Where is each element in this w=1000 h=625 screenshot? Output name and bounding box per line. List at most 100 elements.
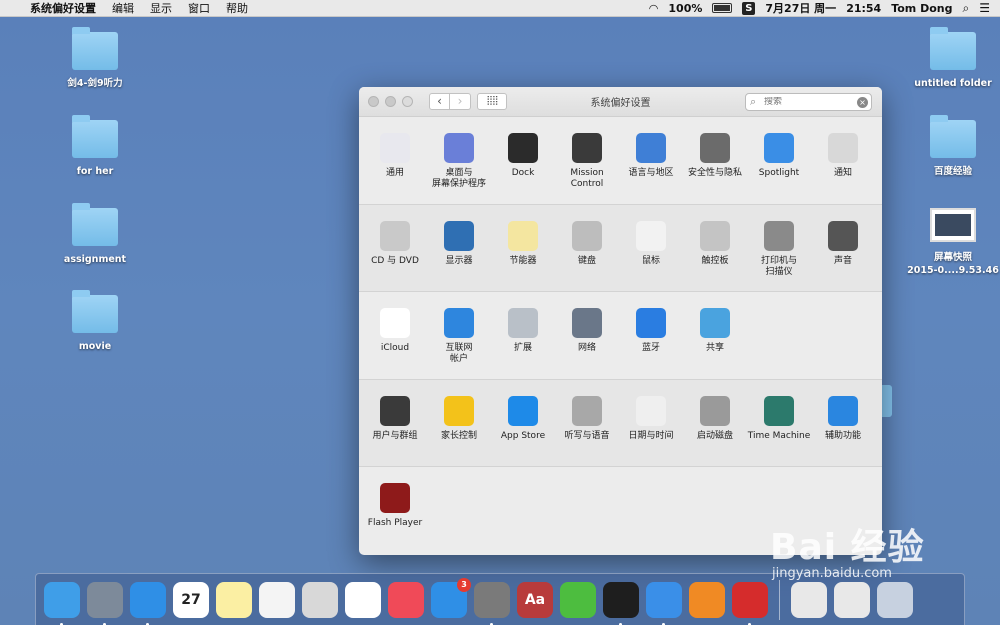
menu-edit[interactable]: 编辑 <box>112 0 134 16</box>
zoom-window-button[interactable] <box>402 96 413 107</box>
pref-item-mission-control[interactable]: Mission Control <box>555 133 619 204</box>
back-button[interactable]: ‹ <box>429 93 450 110</box>
pref-item-time-machine[interactable]: Time Machine <box>747 395 811 467</box>
baidu-cloud-icon[interactable] <box>646 581 682 625</box>
pref-item-general[interactable]: 通用 <box>363 133 427 204</box>
wifi-icon[interactable]: ◠ <box>649 2 659 15</box>
baidu-watermark: Bai 经验 jingyan.baidu.com <box>770 518 925 581</box>
desktop-folder[interactable]: movie <box>45 290 145 353</box>
pref-item-dock[interactable]: Dock <box>491 133 555 204</box>
dictionary-icon[interactable]: Aa <box>517 581 553 618</box>
minimize-window-button[interactable] <box>385 96 396 107</box>
clear-search-icon[interactable]: × <box>857 96 868 108</box>
desktop-folder[interactable]: untitled folder <box>903 27 1000 90</box>
show-all-grid-button[interactable]: ⣿⣿ <box>477 93 507 110</box>
pref-item-cd-dvd[interactable]: CD 与 DVD <box>363 220 427 292</box>
pref-item-extensions[interactable]: 扩展 <box>491 308 555 379</box>
folder-label: 剑4-剑9听力 <box>67 78 123 89</box>
desktop-folder[interactable]: assignment <box>45 203 145 266</box>
pref-item-spotlight[interactable]: Spotlight <box>747 133 811 204</box>
pref-item-internet-accounts[interactable]: 互联网 帐户 <box>427 308 491 379</box>
trash-icon[interactable] <box>877 581 913 618</box>
launchpad-icon[interactable] <box>87 581 123 625</box>
pref-label: 启动磁盘 <box>696 430 733 441</box>
desktop-folder[interactable]: for her <box>45 115 145 178</box>
desktop-folder[interactable]: 百度经验 <box>903 115 1000 178</box>
pref-item-bluetooth[interactable]: 蓝牙 <box>619 308 683 379</box>
pref-item-dictation[interactable]: 听写与语音 <box>555 395 619 467</box>
sogou-input-icon[interactable]: S <box>742 1 756 15</box>
notification-center-icon[interactable]: ☰ <box>979 1 990 15</box>
pref-item-energy[interactable]: 节能器 <box>491 220 555 292</box>
photos-icon[interactable] <box>345 581 381 618</box>
menu-window[interactable]: 窗口 <box>188 0 210 16</box>
pref-item-app-store[interactable]: App Store <box>491 395 555 467</box>
pref-item-users[interactable]: 用户与群组 <box>363 395 427 467</box>
pref-label: 听写与语音 <box>564 430 610 441</box>
pref-item-notifications[interactable]: 通知 <box>811 133 875 204</box>
search-field[interactable]: ⌕ × <box>745 93 872 111</box>
file-label-line2: 2015-0....9.53.46 <box>907 265 999 276</box>
close-window-button[interactable] <box>368 96 379 107</box>
downloads-stack-icon[interactable] <box>834 581 870 618</box>
itunes-icon[interactable] <box>388 581 424 618</box>
pref-item-printer[interactable]: 打印机与 扫描仪 <box>747 220 811 292</box>
preview-icon[interactable] <box>302 581 338 618</box>
menu-view[interactable]: 显示 <box>150 0 172 16</box>
pref-item-language[interactable]: 语言与地区 <box>619 133 683 204</box>
pref-item-mouse[interactable]: 鼠标 <box>619 220 683 292</box>
pref-item-icloud[interactable]: iCloud <box>363 308 427 379</box>
pref-item-flash[interactable]: Flash Player <box>363 483 427 555</box>
spotlight-search-icon[interactable]: ⌕ <box>963 1 970 16</box>
pref-item-network[interactable]: 网络 <box>555 308 619 379</box>
pref-item-sharing[interactable]: 共享 <box>683 308 747 379</box>
pref-item-keyboard[interactable]: 键盘 <box>555 220 619 292</box>
menu-date[interactable]: 7月27日 周一 <box>765 0 836 16</box>
menu-help[interactable]: 帮助 <box>226 0 248 16</box>
pref-item-trackpad[interactable]: 触控板 <box>683 220 747 292</box>
app-store-icon[interactable]: 3 <box>431 577 471 618</box>
dock-icon <box>508 133 538 163</box>
menu-app-name[interactable]: 系统偏好设置 <box>30 0 96 16</box>
search-input[interactable] <box>764 97 854 107</box>
icloud-icon <box>380 308 410 338</box>
calendar-icon[interactable]: 27 <box>173 581 209 618</box>
date-time-icon <box>636 395 666 426</box>
forward-button[interactable]: › <box>450 93 471 110</box>
folder-label: movie <box>78 341 112 352</box>
mission-control-icon <box>572 133 602 163</box>
display-icon <box>444 220 474 251</box>
pref-item-security[interactable]: 安全性与隐私 <box>683 133 747 204</box>
watermark-main: Bai 经验 <box>770 527 925 568</box>
qq-icon[interactable] <box>603 581 639 625</box>
document-stack-icon[interactable] <box>791 581 827 618</box>
pref-label: Time Machine <box>747 430 811 441</box>
safari-icon[interactable] <box>130 581 166 625</box>
system-preferences-icon[interactable] <box>474 581 510 625</box>
pref-item-parental[interactable]: 家长控制 <box>427 395 491 467</box>
pref-item-accessibility[interactable]: 辅助功能 <box>811 395 875 467</box>
qq-music-icon[interactable] <box>560 581 596 618</box>
menu-time[interactable]: 21:54 <box>846 2 881 15</box>
dock-item-text: 27 <box>181 591 201 608</box>
menu-user[interactable]: Tom Dong <box>891 2 952 15</box>
pref-item-date-time[interactable]: 日期与时间 <box>619 395 683 467</box>
pref-label: 共享 <box>705 343 724 353</box>
pref-item-display[interactable]: 显示器 <box>427 220 491 292</box>
notes-icon[interactable] <box>216 581 252 618</box>
weibo-icon[interactable] <box>732 581 768 625</box>
pref-item-startup-disk[interactable]: 启动磁盘 <box>683 395 747 467</box>
network-icon <box>572 308 602 338</box>
thunder-icon[interactable] <box>689 581 725 618</box>
internet-accounts-icon <box>444 308 474 338</box>
pref-item-desktop[interactable]: 桌面与 屏幕保护程序 <box>427 133 491 204</box>
folder-label: assignment <box>63 254 127 265</box>
desktop-folder[interactable]: 剑4-剑9听力 <box>45 27 145 90</box>
pref-item-sound[interactable]: 声音 <box>811 220 875 292</box>
dictation-icon <box>572 395 602 426</box>
desktop-screenshot-file[interactable]: 屏幕快照 2015-0....9.53.46 <box>903 208 1000 277</box>
reminders-icon[interactable] <box>259 581 295 618</box>
finder-icon[interactable] <box>44 581 80 625</box>
battery-icon[interactable] <box>712 3 733 13</box>
notifications-icon <box>828 133 858 163</box>
